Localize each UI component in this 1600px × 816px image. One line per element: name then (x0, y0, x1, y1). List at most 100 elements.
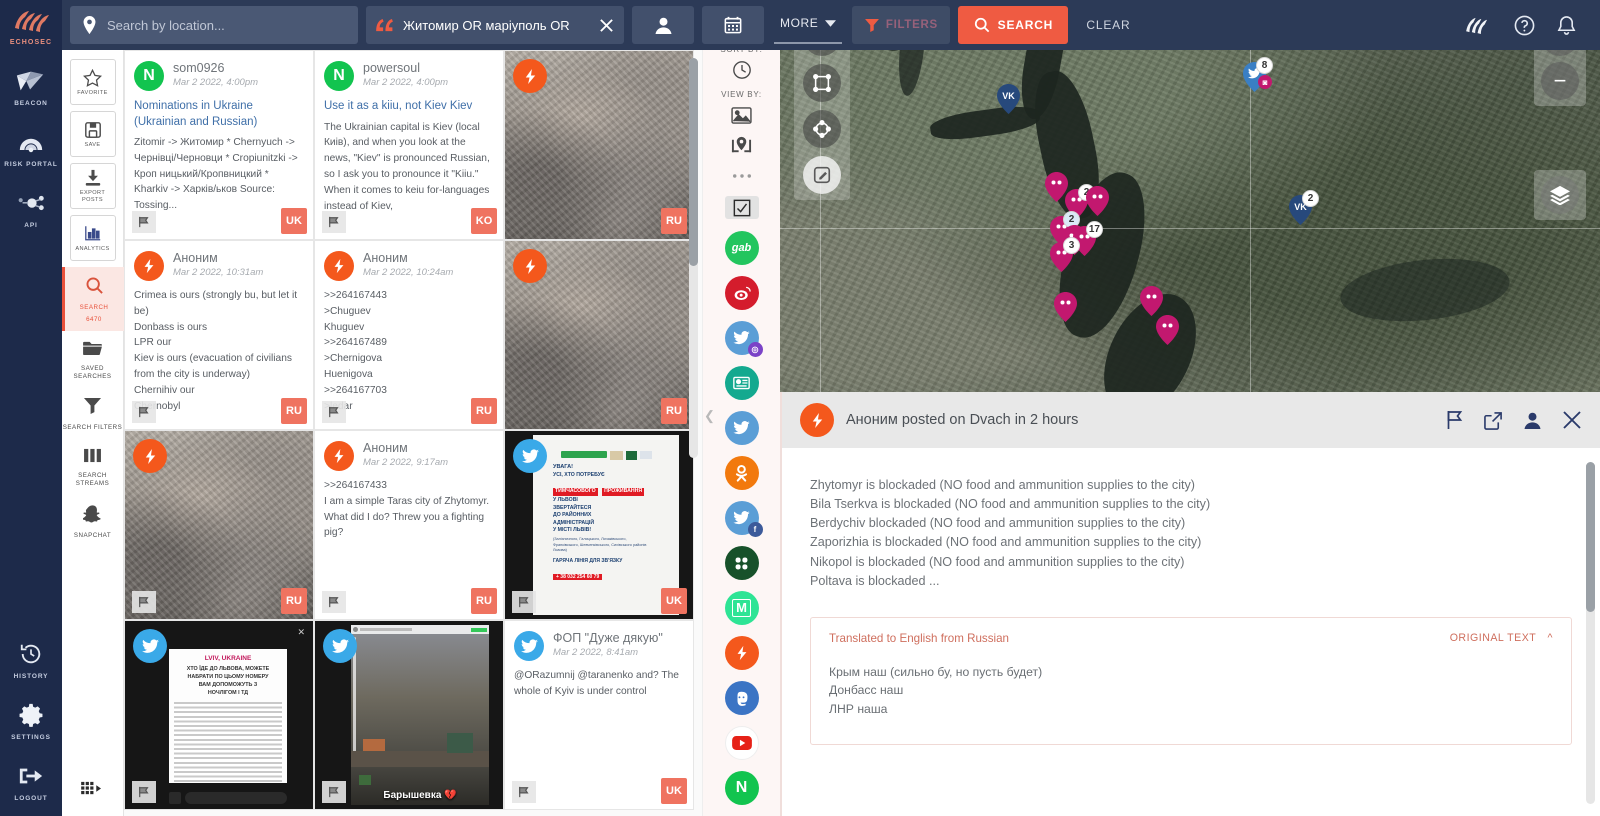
collapse-rail-button[interactable]: ❮ (704, 408, 715, 424)
saved-searches-tool[interactable]: SAVED SEARCHES (62, 331, 124, 388)
post-card[interactable]: Аноним Mar 2 2022, 10:31am Crimea is our… (124, 240, 314, 430)
nav-item-history[interactable]: HISTORY (0, 639, 62, 680)
bell-icon[interactable] (1557, 15, 1576, 36)
post-card[interactable]: Аноним Mar 2 2022, 10:24am >>264167443 >… (314, 240, 504, 430)
post-card[interactable]: Барышевка 💔 (314, 620, 504, 810)
nav-item-logout[interactable]: LOGOUT (0, 761, 62, 816)
risk-portal-icon (0, 127, 62, 157)
source-news[interactable] (724, 366, 759, 400)
map-canvas[interactable] (780, 0, 1600, 431)
map-marker-dvach[interactable] (1054, 292, 1077, 322)
posts-scrollbar[interactable] (689, 58, 698, 458)
source-dvach[interactable] (724, 636, 759, 670)
author-filter-button[interactable] (632, 6, 694, 44)
post-card[interactable]: RU (504, 50, 694, 240)
source-twitter-discord[interactable]: ◎ (724, 321, 763, 357)
date-filter-button[interactable] (702, 6, 764, 44)
flag-post-button[interactable] (512, 591, 536, 613)
flag-post-button[interactable] (322, 591, 346, 613)
flag-post-button[interactable] (512, 781, 536, 803)
flyer-line: У МІСТІ ЛЬВІВ! (553, 526, 592, 533)
source-twitter[interactable] (724, 411, 759, 445)
post-card[interactable]: RU (504, 240, 694, 430)
echosec-mark-icon[interactable] (1465, 16, 1492, 35)
map-marker-dvach[interactable]: 3 (1050, 237, 1080, 272)
select-all-sources-checkbox[interactable] (724, 196, 759, 219)
source-fourchan[interactable] (724, 546, 759, 580)
save-button[interactable]: SAVE (69, 111, 116, 157)
close-detail-button[interactable] (1562, 410, 1582, 430)
nav-item-api[interactable]: API (0, 188, 62, 229)
map-marker-vk[interactable]: VK 2 (1289, 190, 1319, 225)
grid-expand-button[interactable] (80, 780, 105, 816)
post-card[interactable]: ФОП "Дуже дякую" Mar 2 2022, 8:41am @ORa… (504, 620, 694, 810)
post-card[interactable]: Аноним Mar 2 2022, 9:17am >>264167433 I … (314, 430, 504, 620)
favorite-button[interactable]: FAVORITE (69, 59, 116, 105)
query-search-input[interactable]: Житомир OR маріуполь OR (366, 6, 624, 44)
flag-post-button[interactable] (322, 401, 346, 423)
posts-panel[interactable]: N som0926 Mar 2 2022, 4:00pm Nominations… (124, 0, 702, 816)
source-odnoklassniki[interactable] (724, 456, 759, 490)
export-posts-button[interactable]: EXPORT POSTS (69, 163, 116, 209)
history-icon (0, 639, 62, 669)
detail-line: Poltava is blockaded ... (810, 573, 940, 588)
more-dropdown[interactable]: MORE (774, 6, 843, 44)
post-header: N powersoul Mar 2 2022, 4:00pm (315, 51, 503, 93)
snapchat-tool[interactable]: SNAPCHAT (62, 495, 124, 547)
original-text-toggle[interactable]: ORIGINAL TEXT ^ (1450, 632, 1553, 644)
post-card[interactable]: N som0926 Mar 2 2022, 4:00pm Nominations… (124, 50, 314, 240)
map-marker-dvach[interactable] (1156, 315, 1179, 345)
source-medium[interactable]: M (724, 591, 759, 625)
map-marker-dvach[interactable] (1086, 186, 1109, 216)
source-mastodon[interactable] (724, 681, 759, 715)
flag-post-button[interactable] (1445, 410, 1464, 430)
view-by-map-button[interactable] (727, 135, 757, 156)
detail-scrollbar[interactable] (1586, 462, 1595, 804)
close-icon[interactable]: ✕ (297, 627, 305, 638)
source-weibo[interactable] (724, 276, 759, 310)
map-marker-dvach[interactable] (1140, 286, 1163, 316)
analytics-button[interactable]: ANALYTICS (69, 215, 116, 261)
draw-circle-tool[interactable] (803, 110, 841, 148)
view-profile-button[interactable] (1523, 411, 1542, 430)
post-card[interactable]: ✕ LVIV, UKRAINE ХТО ЇДЕ ДО ЛЬВОВА, МОЖЕТ… (124, 620, 314, 810)
post-meta: Аноним Mar 2 2022, 9:17am (363, 441, 448, 468)
flag-post-button[interactable] (322, 211, 346, 233)
search-filters-tool[interactable]: SEARCH FILTERS (62, 388, 124, 439)
nav-item-beacon[interactable]: BEACON (0, 66, 62, 107)
nav-item-settings[interactable]: SETTINGS (0, 700, 62, 741)
clear-button[interactable]: CLEAR (1086, 18, 1130, 32)
nav-item-risk-portal[interactable]: RISK PORTAL (0, 127, 62, 168)
search-streams-tool[interactable]: SEARCH STREAMS (62, 439, 124, 495)
flag-post-button[interactable] (132, 591, 156, 613)
post-card[interactable]: УВАГА! УСІ, ХТО ПОТРЕБУЄ ТИМЧАСОВОГО ПРО… (504, 430, 694, 620)
location-search-input[interactable]: Search by location... (70, 6, 358, 44)
view-by-more-button[interactable] (727, 166, 757, 186)
edit-shape-tool[interactable] (803, 156, 841, 194)
source-gab[interactable]: gab (724, 231, 759, 265)
zoom-out-button[interactable]: − (1541, 62, 1579, 100)
filters-button[interactable]: FILTERS (852, 6, 951, 44)
draw-rectangle-tool[interactable] (803, 64, 841, 102)
search-button[interactable]: SEARCH (958, 6, 1069, 44)
flag-post-button[interactable] (132, 401, 156, 423)
sort-by-time-button[interactable] (727, 60, 757, 80)
source-nitter[interactable]: N (724, 771, 759, 805)
source-youtube[interactable] (724, 726, 759, 760)
map-layers-button[interactable] (1534, 170, 1586, 220)
flag-post-button[interactable] (132, 781, 156, 803)
source-twitter-facebook[interactable]: f (724, 501, 763, 537)
flag-post-button[interactable] (132, 211, 156, 233)
map-panel[interactable]: 2 2 17 3 VK VK 2 8 ◙ − Аноним posted on … (780, 0, 1600, 816)
flag-post-button[interactable] (322, 781, 346, 803)
help-icon[interactable] (1514, 15, 1535, 36)
map-marker-vk[interactable]: VK (997, 84, 1020, 114)
open-external-button[interactable] (1484, 411, 1503, 430)
post-card[interactable]: RU (124, 430, 314, 620)
search-tool[interactable]: SEARCH 6470 (61, 267, 124, 332)
clear-query-icon[interactable] (599, 18, 614, 33)
view-by-image-button[interactable] (727, 105, 757, 125)
snapchat-icon (82, 504, 102, 528)
post-card[interactable]: N powersoul Mar 2 2022, 4:00pm Use it as… (314, 50, 504, 240)
map-marker-twitter[interactable]: 8 ◙ (1243, 57, 1273, 92)
